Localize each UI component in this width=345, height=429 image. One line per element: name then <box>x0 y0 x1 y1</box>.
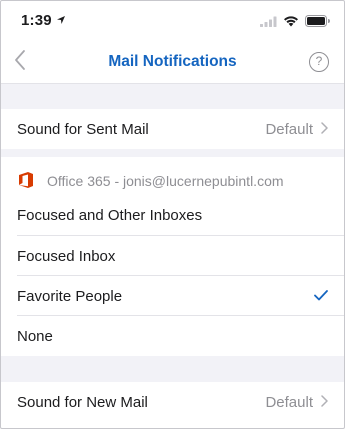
sent-mail-label: Sound for Sent Mail <box>17 120 149 138</box>
option-label: Focused Inbox <box>17 247 116 265</box>
status-icons <box>260 14 330 32</box>
new-mail-value: Default <box>265 393 313 411</box>
status-bar: 1:39 <box>1 1 344 41</box>
sound-for-sent-mail-row[interactable]: Sound for Sent Mail Default <box>1 109 344 149</box>
help-button[interactable]: ? <box>309 52 329 72</box>
option-label: Favorite People <box>17 287 123 305</box>
status-time-group: 1:39 <box>21 12 66 29</box>
battery-icon <box>305 14 330 32</box>
signal-icon <box>260 14 277 32</box>
option-label: Focused and Other Inboxes <box>17 206 203 224</box>
option-label: None <box>17 327 53 345</box>
status-time: 1:39 <box>21 12 52 29</box>
account-header-text: Office 365 - jonis@lucernepubintl.com <box>47 173 284 189</box>
divider <box>1 83 344 84</box>
section-spacer <box>1 149 344 157</box>
chevron-right-icon <box>321 121 328 138</box>
option-focused-and-other-inboxes[interactable]: Focused and Other Inboxes <box>1 195 344 235</box>
sent-mail-value: Default <box>265 120 313 138</box>
page-title: Mail Notifications <box>108 53 237 70</box>
checkmark-icon <box>314 288 328 305</box>
new-mail-value-group: Default <box>265 394 328 411</box>
navigation-bar: Mail Notifications ? <box>1 41 344 83</box>
section-spacer <box>1 356 344 382</box>
phone-screen: 1:39 Mail Notifications ? Sound for Sent… <box>0 0 345 429</box>
sound-for-new-mail-row[interactable]: Sound for New Mail Default <box>1 382 344 422</box>
option-none[interactable]: None <box>1 316 344 356</box>
sent-mail-value-group: Default <box>265 121 328 138</box>
office-365-icon <box>17 171 47 192</box>
option-favorite-people[interactable]: Favorite People <box>1 276 344 316</box>
location-arrow-icon <box>56 12 66 29</box>
section-spacer <box>1 83 344 109</box>
new-mail-label: Sound for New Mail <box>17 393 148 411</box>
wifi-icon <box>283 14 299 32</box>
option-focused-inbox[interactable]: Focused Inbox <box>1 236 344 276</box>
chevron-right-icon <box>321 394 328 411</box>
